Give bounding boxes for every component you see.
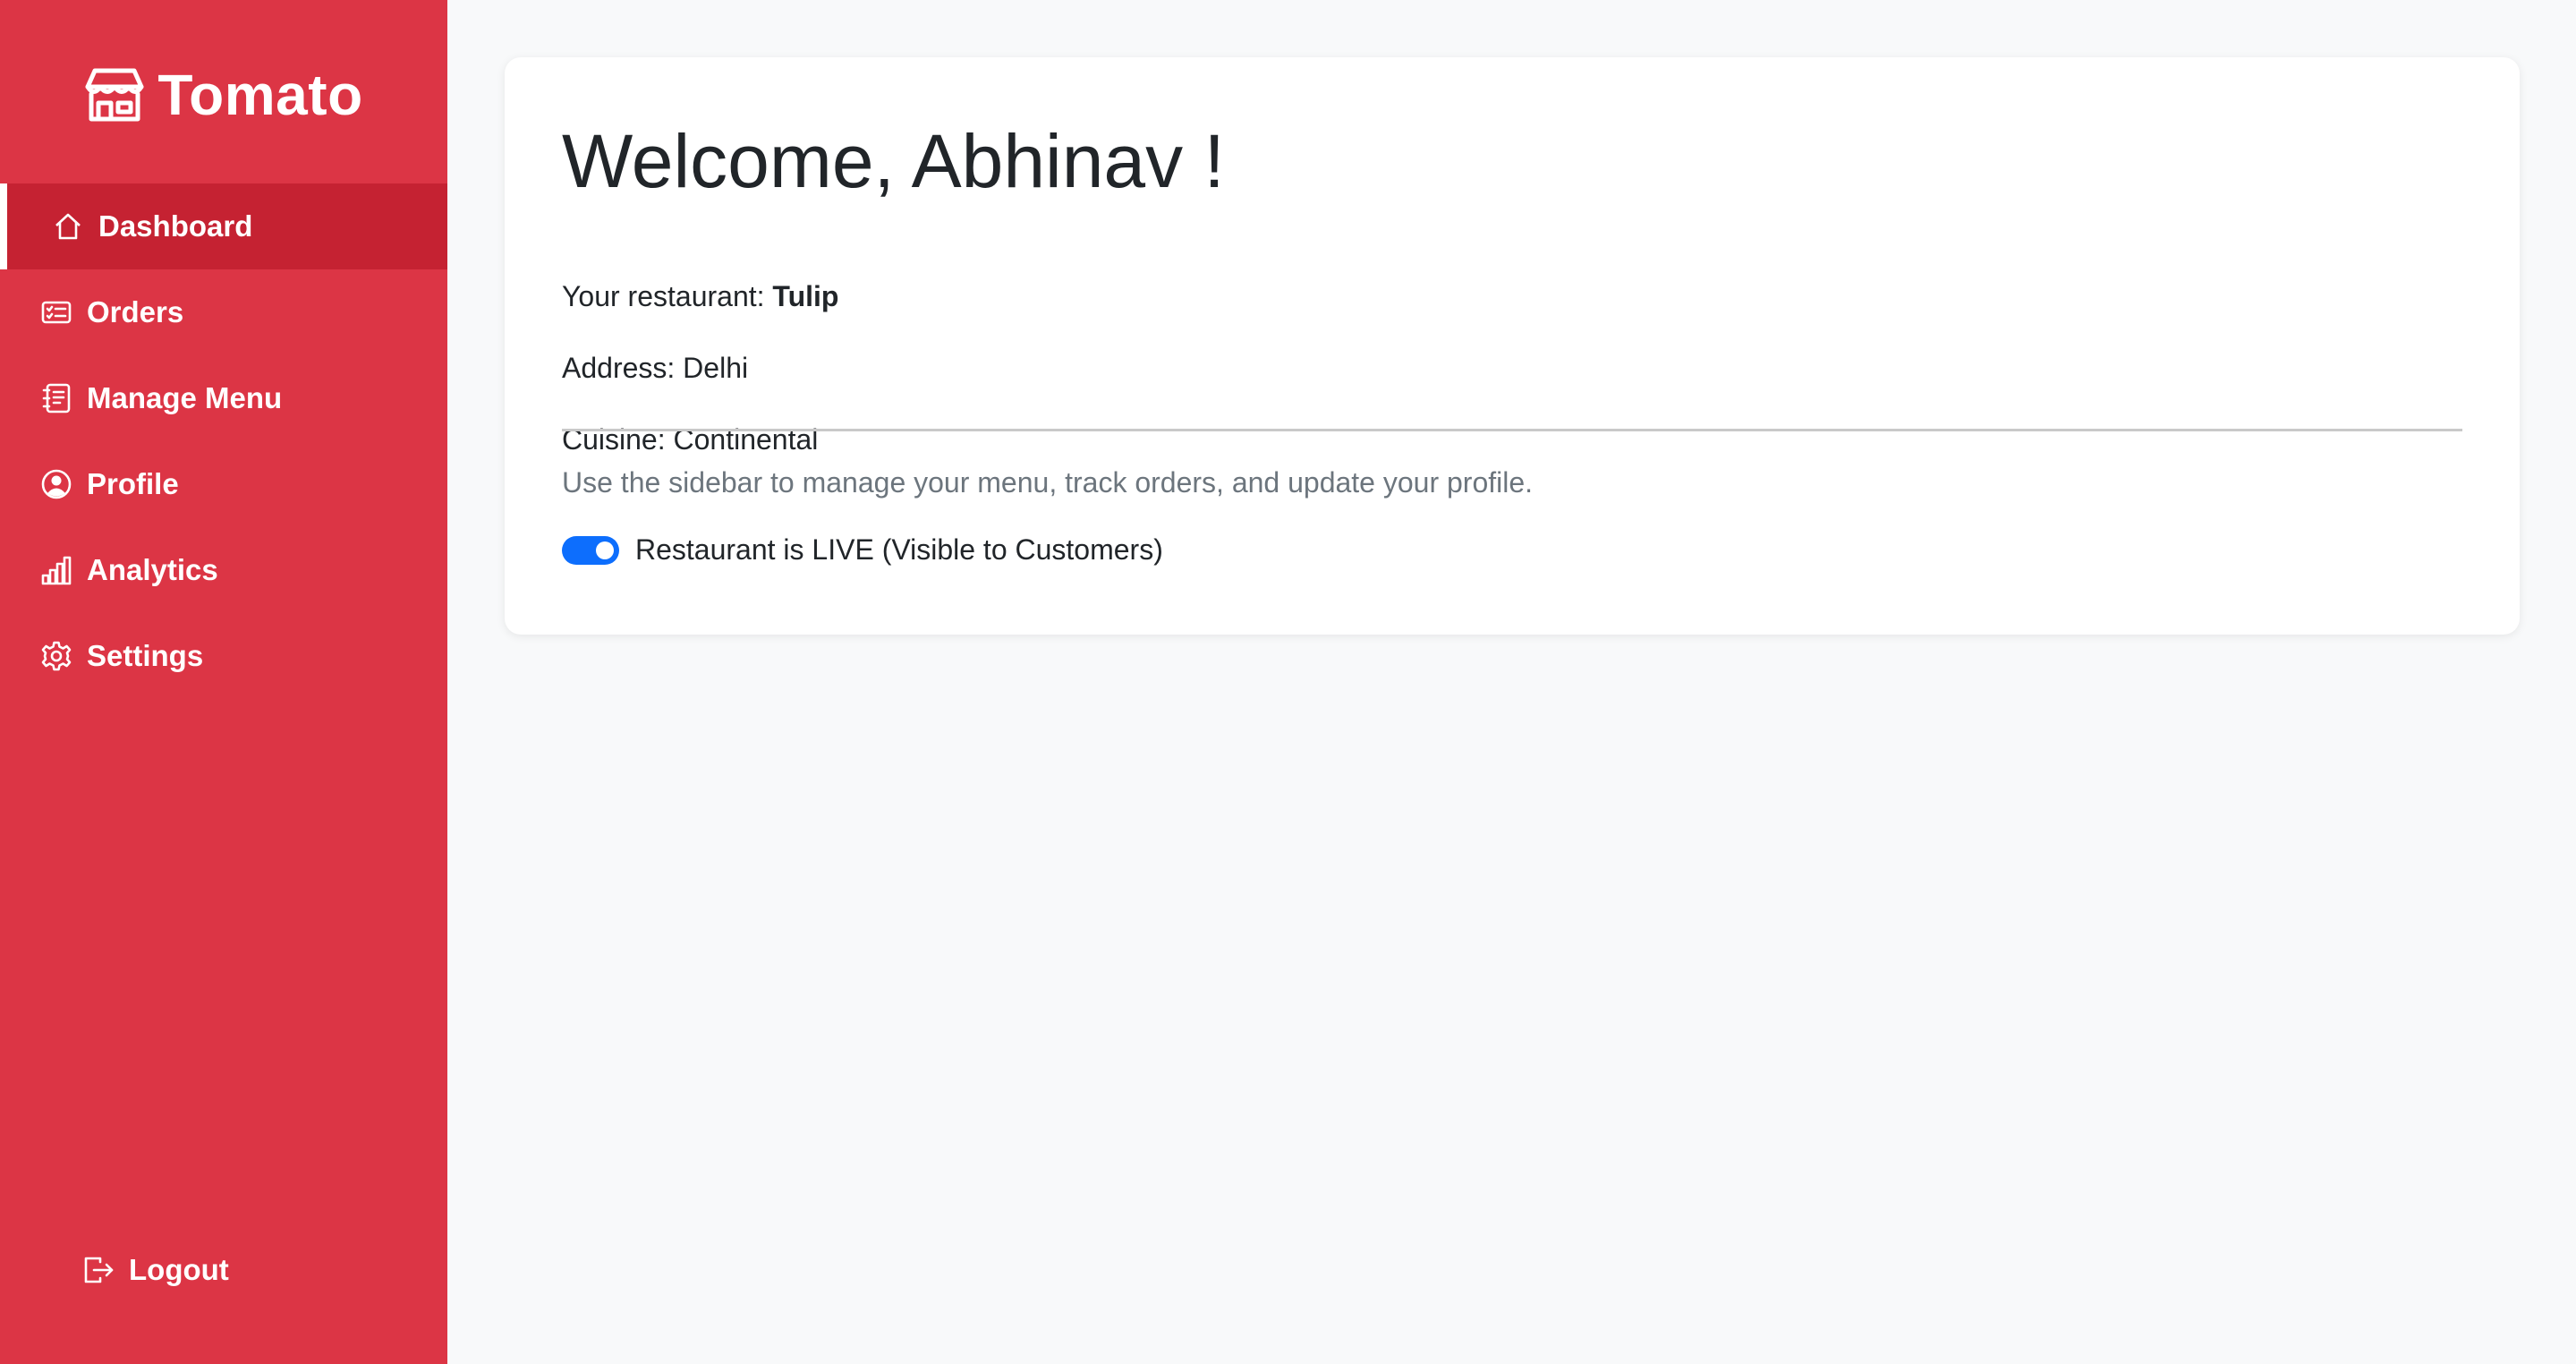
person-circle-icon	[41, 469, 72, 499]
live-toggle-label[interactable]: Restaurant is LIVE (Visible to Customers…	[635, 533, 1163, 567]
sidebar-item-settings[interactable]: Settings	[0, 613, 447, 699]
sidebar-item-analytics[interactable]: Analytics	[0, 527, 447, 613]
box-arrow-right-icon	[84, 1257, 114, 1283]
sidebar-item-manage-menu[interactable]: Manage Menu	[0, 355, 447, 441]
restaurant-info: Your restaurant: Tulip	[562, 279, 838, 313]
sidebar-item-label: Orders	[87, 295, 184, 328]
restaurant-label: Your restaurant:	[562, 280, 773, 312]
sidebar-item-label: Analytics	[87, 553, 218, 586]
sidebar-item-label: Settings	[87, 639, 204, 672]
gear-icon	[41, 641, 72, 671]
brand-name: Tomato	[157, 63, 363, 127]
cuisine-info: Cuisine: Continental	[562, 423, 819, 456]
sidebar-item-profile[interactable]: Profile	[0, 441, 447, 527]
sidebar-item-label: Manage Menu	[87, 381, 283, 414]
live-toggle-row: Restaurant is LIVE (Visible to Customers…	[562, 533, 1163, 567]
sidebar-item-label: Dashboard	[98, 209, 253, 243]
shop-icon	[85, 68, 144, 122]
live-toggle-switch[interactable]	[562, 535, 619, 565]
bar-chart-icon	[41, 556, 72, 585]
toggle-knob	[596, 541, 614, 559]
brand[interactable]: Tomato	[0, 63, 447, 127]
sidebar-item-orders[interactable]: Orders	[0, 269, 447, 355]
logout-button[interactable]: Logout	[82, 1230, 229, 1310]
divider	[562, 429, 2462, 431]
sidebar-item-dashboard[interactable]: Dashboard	[0, 183, 447, 269]
sidebar-nav: Dashboard Orders Manage Menu Profile Ana…	[0, 183, 447, 699]
house-icon	[55, 213, 81, 240]
journal-text-icon	[42, 383, 71, 413]
help-text: Use the sidebar to manage your menu, tra…	[562, 466, 1534, 499]
dashboard-card: Welcome, Abhinav ! Your restaurant: Tuli…	[505, 57, 2520, 635]
address-info: Address: Delhi	[562, 352, 749, 384]
sidebar-item-label: Profile	[87, 467, 179, 500]
sidebar: Tomato Dashboard Orders Manage Menu Prof…	[0, 0, 447, 1364]
logout-label: Logout	[129, 1253, 229, 1286]
card-checklist-icon	[41, 301, 72, 324]
restaurant-name: Tulip	[772, 280, 839, 312]
page-title: Welcome, Abhinav !	[562, 119, 1225, 203]
